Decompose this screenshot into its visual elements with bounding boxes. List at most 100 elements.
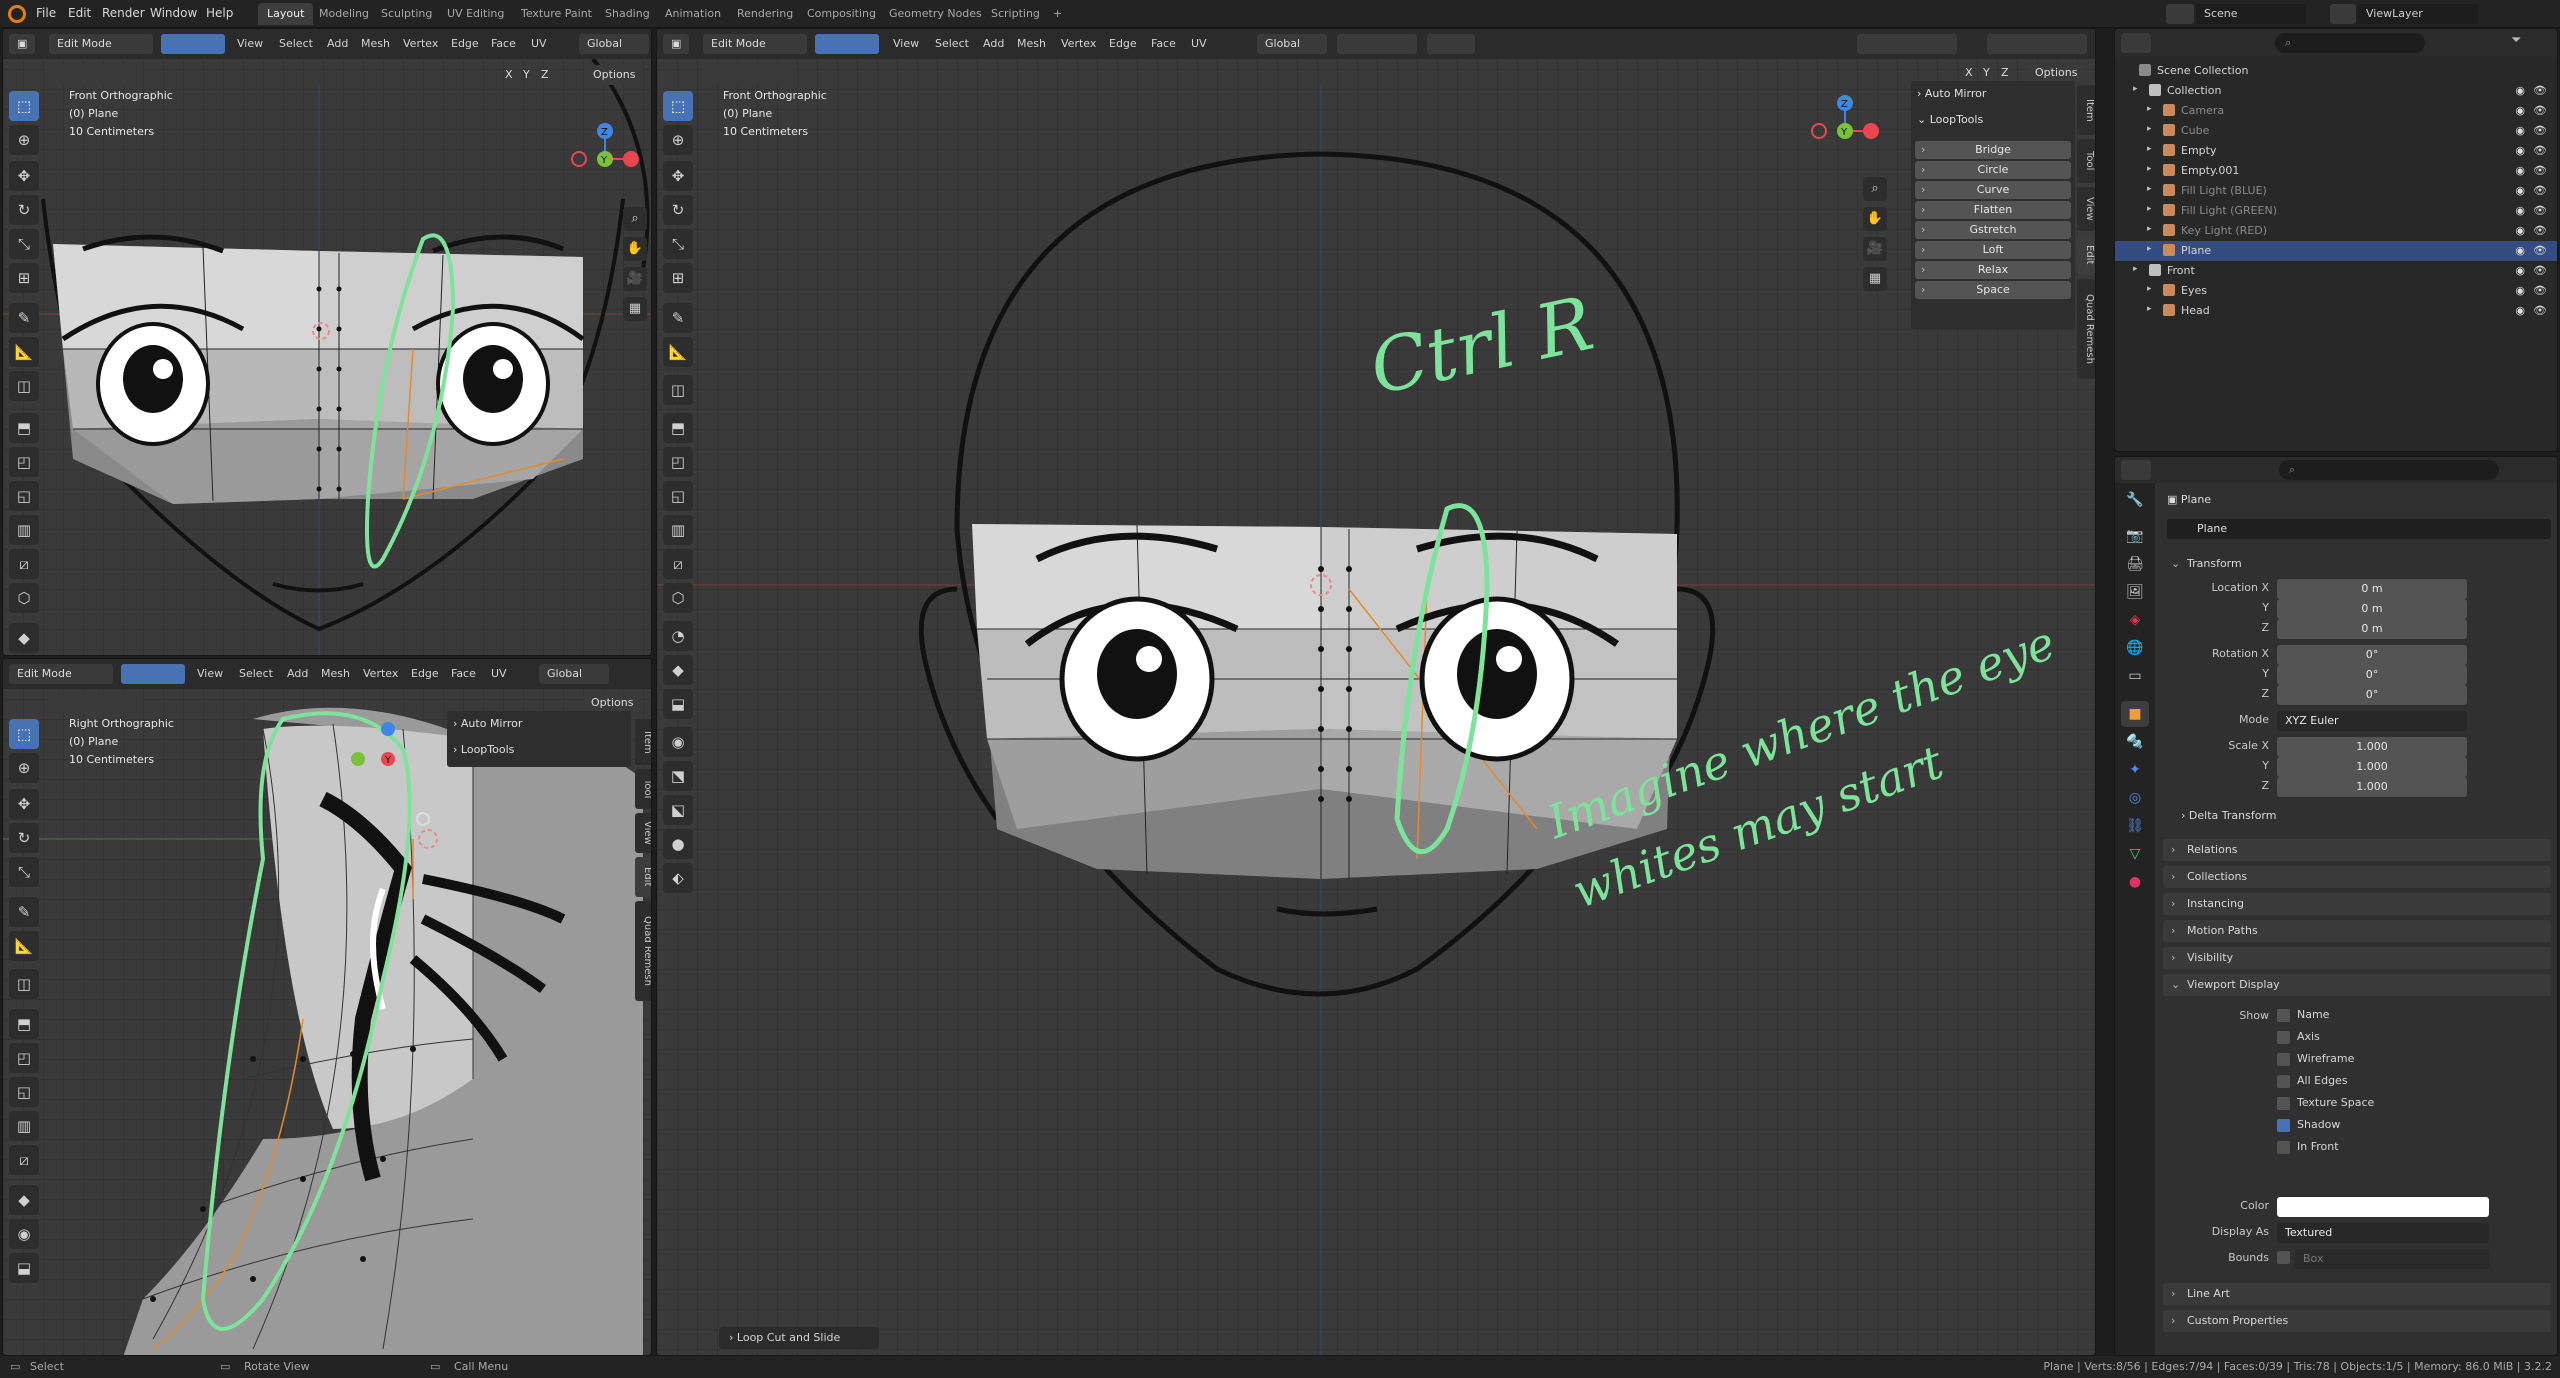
line-art-section[interactable]: › Line Art <box>2163 1283 2551 1305</box>
camera-icon[interactable]: 🎥 <box>623 267 647 291</box>
menu-select[interactable]: Select <box>935 37 969 50</box>
tool-tab-icon[interactable]: 🔧 <box>2121 487 2149 513</box>
loop-cut-tool[interactable]: ▥ <box>663 515 693 545</box>
physics-tab-icon[interactable]: ◎ <box>2121 785 2149 811</box>
menu-mesh[interactable]: Mesh <box>321 667 350 680</box>
camera-render-icon[interactable]: ◉ <box>2515 144 2525 157</box>
overlay-controls[interactable] <box>1857 34 1957 54</box>
transform-tool[interactable]: ⊞ <box>663 263 693 293</box>
expand-arrow-icon[interactable]: ▸ <box>2147 224 2159 236</box>
bounds-type-dropdown[interactable]: Box <box>2295 1249 2489 1269</box>
visibility-eye-icon[interactable]: 👁 <box>2533 224 2547 237</box>
expand-arrow-icon[interactable]: ▸ <box>2147 304 2159 316</box>
scale-y-field[interactable]: 1.000 <box>2277 757 2467 777</box>
tab-item[interactable]: Item <box>635 719 651 765</box>
annotate-tool[interactable]: ✎ <box>663 303 693 333</box>
knife-tool[interactable]: ⧄ <box>9 1145 39 1175</box>
orientation-dropdown[interactable]: Global <box>579 34 649 54</box>
looptools-loft-button[interactable]: › Loft <box>1915 241 2071 259</box>
pan-hand-icon[interactable]: ✋ <box>1863 207 1887 231</box>
camera-render-icon[interactable]: ◉ <box>2515 284 2525 297</box>
looptools-relax-button[interactable]: › Relax <box>1915 261 2071 279</box>
display-as-dropdown[interactable]: Textured <box>2277 1223 2489 1243</box>
outliner-row[interactable]: ▸ Front 👁 ◉ <box>2115 261 2557 281</box>
render-tab-icon[interactable]: 📷 <box>2121 523 2149 549</box>
select-box-tool[interactable]: ⬚ <box>9 91 39 121</box>
axis-z-toggle[interactable]: Z <box>541 68 549 81</box>
axis-x-toggle[interactable]: X <box>505 68 513 81</box>
menu-add[interactable]: Add <box>327 37 348 50</box>
rip-region-tool[interactable]: ⬖ <box>663 863 693 893</box>
add-cube-tool[interactable]: ◫ <box>9 969 39 999</box>
visibility-eye-icon[interactable]: 👁 <box>2533 164 2547 177</box>
camera-render-icon[interactable]: ◉ <box>2515 104 2525 117</box>
expand-arrow-icon[interactable]: ▸ <box>2147 124 2159 136</box>
tab-geometry-nodes[interactable]: Geometry Nodes <box>880 3 991 25</box>
mode-dropdown[interactable]: Edit Mode <box>9 664 113 684</box>
grid-view-icon[interactable]: ▦ <box>1863 267 1887 291</box>
rotation-x-field[interactable]: 0° <box>2277 645 2467 665</box>
menu-face[interactable]: Face <box>1151 37 1176 50</box>
outliner-row[interactable]: ▸ Eyes 👁 ◉ <box>2115 281 2557 301</box>
smooth-tool[interactable]: ◆ <box>663 655 693 685</box>
object-datablock-field[interactable]: Plane <box>2167 519 2551 539</box>
rip-tool[interactable]: ⬕ <box>663 795 693 825</box>
tab-sculpting[interactable]: Sculpting <box>372 3 441 25</box>
extrude-tool[interactable]: ⬒ <box>663 413 693 443</box>
camera-icon[interactable]: 🎥 <box>1863 237 1887 261</box>
camera-render-icon[interactable]: ◉ <box>2515 264 2525 277</box>
menu-add[interactable]: Add <box>983 37 1004 50</box>
menu-edge[interactable]: Edge <box>451 37 479 50</box>
menu-mesh[interactable]: Mesh <box>1017 37 1046 50</box>
annotate-tool[interactable]: ✎ <box>9 303 39 333</box>
menu-view[interactable]: View <box>237 37 263 50</box>
relations-section[interactable]: › Relations <box>2163 839 2551 861</box>
editor-type-icon[interactable]: ▣ <box>9 34 36 54</box>
location-x-field[interactable]: 0 m <box>2277 579 2467 599</box>
menu-select[interactable]: Select <box>239 667 273 680</box>
knife-tool[interactable]: ⧄ <box>9 549 39 579</box>
axis-y-toggle[interactable]: Y <box>1983 66 1990 79</box>
cursor-tool[interactable]: ⊕ <box>663 125 693 155</box>
scene-selector-icon[interactable] <box>2166 4 2194 24</box>
tab-scripting[interactable]: Scripting <box>982 3 1049 25</box>
mirror-axes[interactable]: X Y Z <box>487 65 557 85</box>
to-sphere-tool[interactable]: ● <box>663 829 693 859</box>
visibility-eye-icon[interactable]: 👁 <box>2533 144 2547 157</box>
auto-mirror-header[interactable]: › Auto Mirror <box>453 717 522 730</box>
visibility-eye-icon[interactable]: 👁 <box>2533 124 2547 137</box>
rotation-mode-dropdown[interactable]: XYZ Euler <box>2277 711 2467 731</box>
loop-cut-tool[interactable]: ▥ <box>9 515 39 545</box>
menu-face[interactable]: Face <box>451 667 476 680</box>
location-y-field[interactable]: 0 m <box>2277 599 2467 619</box>
mode-dropdown[interactable]: Edit Mode <box>49 34 153 54</box>
measure-tool[interactable]: 📐 <box>9 931 39 961</box>
rotation-z-field[interactable]: 0° <box>2277 685 2467 705</box>
scale-z-field[interactable]: 1.000 <box>2277 777 2467 797</box>
expand-arrow-icon[interactable]: ▸ <box>2147 244 2159 256</box>
view-layer-tab-icon[interactable]: 🖼 <box>2121 579 2149 605</box>
location-z-field[interactable]: 0 m <box>2277 619 2467 639</box>
tab-modeling[interactable]: Modeling <box>310 3 378 25</box>
rotate-tool[interactable]: ↻ <box>9 195 39 225</box>
select-box-tool[interactable]: ⬚ <box>663 91 693 121</box>
particles-tab-icon[interactable]: ✦ <box>2121 757 2149 783</box>
axis-z-toggle[interactable]: Z <box>2001 66 2009 79</box>
editor-type-icon[interactable] <box>2121 33 2151 53</box>
menu-face[interactable]: Face <box>491 37 516 50</box>
inset-tool[interactable]: ◰ <box>9 447 39 477</box>
measure-tool[interactable]: 📐 <box>663 337 693 367</box>
visibility-eye-icon[interactable]: 👁 <box>2533 284 2547 297</box>
show-checkbox-in-front[interactable] <box>2277 1141 2290 1154</box>
camera-render-icon[interactable]: ◉ <box>2515 184 2525 197</box>
outliner-search-icon[interactable]: ⌕ <box>2275 33 2425 53</box>
visibility-eye-icon[interactable]: 👁 <box>2533 104 2547 117</box>
tab-edit[interactable]: Edit <box>635 857 651 897</box>
camera-render-icon[interactable]: ◉ <box>2515 84 2525 97</box>
expand-arrow-icon[interactable]: ▸ <box>2147 144 2159 156</box>
menu-view[interactable]: View <box>197 667 223 680</box>
show-checkbox-all-edges[interactable] <box>2277 1075 2290 1088</box>
editor-type-icon[interactable]: ▣ <box>663 34 690 54</box>
editor-type-icon[interactable] <box>2121 460 2151 480</box>
tab-uv-editing[interactable]: UV Editing <box>438 3 513 25</box>
